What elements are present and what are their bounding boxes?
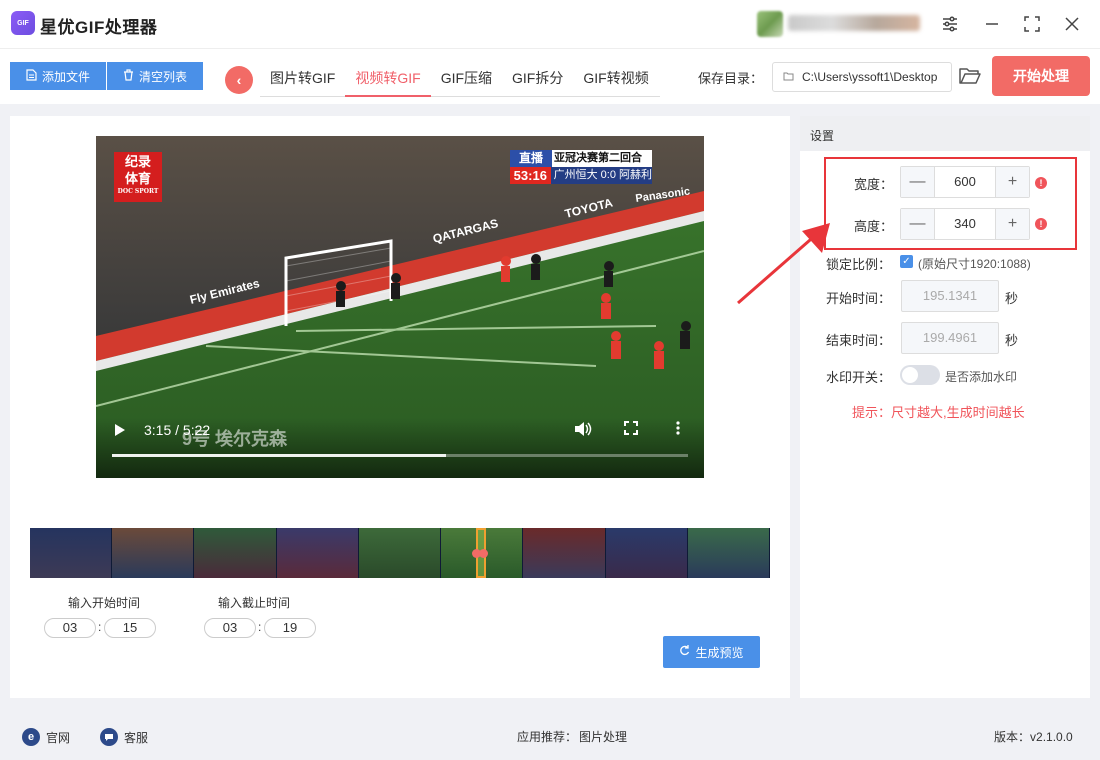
title-bar: GIF 星优GIF处理器 <box>0 0 1100 48</box>
user-avatar[interactable] <box>757 11 783 37</box>
start-time-input-label: 输入开始时间 <box>68 596 141 610</box>
start-time-colon: : <box>98 620 102 634</box>
tip-text: 提示：尺寸越大,生成时间越长 <box>852 405 1025 420</box>
timeline-frame <box>112 528 195 578</box>
end-time-unit: 秒 <box>1005 333 1019 348</box>
start-minute-input[interactable]: 03 <box>44 618 96 638</box>
tab-gif-split[interactable]: GIF拆分 <box>502 63 573 97</box>
fullscreen-icon[interactable] <box>624 421 638 439</box>
start-process-button[interactable]: 开始处理 <box>992 56 1090 96</box>
end-time-input-label: 输入截止时间 <box>218 596 291 610</box>
tab-gif-compress[interactable]: GIF压缩 <box>431 63 502 97</box>
size-highlight-box <box>824 157 1077 250</box>
add-file-label: 添加文件 <box>41 69 90 84</box>
timeline-filmstrip[interactable] <box>30 528 770 578</box>
tab-gif-to-video[interactable]: GIF转视频 <box>573 63 658 97</box>
start-time-unit: 秒 <box>1005 291 1019 306</box>
end-time-field: 199.4961 <box>901 322 999 354</box>
website-icon: e <box>22 728 40 746</box>
end-minute-input[interactable]: 03 <box>204 618 256 638</box>
match-clock: 53:16 <box>510 167 551 184</box>
timeline-frame <box>523 528 606 578</box>
original-size-text: (原始尺寸1920:1088) <box>918 257 1031 271</box>
recommend-link-image-processing[interactable]: 图片处理 <box>579 728 627 745</box>
timeline-frame <box>194 528 277 578</box>
end-time-label: 结束时间： <box>826 333 892 348</box>
app-recommend: 应用推荐： 图片处理 <box>517 728 627 745</box>
version-label: 版本： <box>994 730 1031 744</box>
video-progress-fill <box>112 454 447 457</box>
channel-logo-line1: 纪录 <box>124 155 151 170</box>
start-time-field: 195.1341 <box>901 280 999 312</box>
channel-logo-line2: 体育 <box>124 172 151 187</box>
watermark-label: 水印开关： <box>826 370 892 385</box>
scoreboard: 直播 亚冠决赛第二回合 53:16 广州恒大 0:0 阿赫利 <box>510 150 652 184</box>
folder-small-icon <box>783 71 794 84</box>
save-dir-label: 保存目录： <box>698 71 764 86</box>
tab-image-to-gif[interactable]: 图片转GIF <box>260 63 345 97</box>
save-dir-field[interactable]: C:\Users\yssoft1\Desktop <box>772 62 952 92</box>
chat-icon <box>100 728 118 746</box>
channel-logo-sub: DOC SPORT <box>117 188 159 195</box>
mode-tabs: 图片转GIF 视频转GIF GIF压缩 GIF拆分 GIF转视频 <box>260 63 660 97</box>
generate-preview-label: 生成预览 <box>695 645 744 660</box>
minimize-icon[interactable] <box>980 12 1004 36</box>
app-title: 星优GIF处理器 <box>40 18 158 37</box>
match-score: 广州恒大 0:0 阿赫利 <box>550 167 652 184</box>
watermark-toggle[interactable] <box>900 365 940 385</box>
version-info: 版本： v2.1.0.0 <box>994 728 1073 745</box>
file-icon <box>26 68 37 84</box>
sliders-icon[interactable] <box>938 12 962 36</box>
close-icon[interactable] <box>1060 12 1084 36</box>
customer-service-link[interactable]: 客服 <box>100 728 148 746</box>
start-second-input[interactable]: 15 <box>104 618 156 638</box>
recommend-label: 应用推荐： <box>517 730 578 744</box>
add-file-button[interactable]: 添加文件 <box>10 62 106 90</box>
trash-icon <box>123 68 134 84</box>
back-arrow-icon[interactable]: ‹ <box>225 66 253 94</box>
tab-video-to-gif[interactable]: 视频转GIF <box>345 63 431 97</box>
toolbar: 添加文件 清空列表 ‹ 图片转GIF 视频转GIF GIF压缩 GIF拆分 GI… <box>0 48 1100 104</box>
settings-header: 设置 <box>800 116 1090 151</box>
website-link[interactable]: e 官网 <box>22 728 70 746</box>
lock-ratio-checkbox[interactable]: ✓ <box>900 255 913 268</box>
timeline-frame <box>358 528 442 578</box>
website-label: 官网 <box>46 730 71 745</box>
play-icon[interactable] <box>114 423 126 440</box>
maximize-icon[interactable] <box>1020 12 1044 36</box>
generate-preview-button[interactable]: 生成预览 <box>663 636 760 668</box>
more-options-icon[interactable] <box>676 421 680 439</box>
volume-icon[interactable] <box>574 421 592 441</box>
annotation-arrow-icon <box>737 223 830 305</box>
video-player[interactable]: Fly Emirates QATARGAS TOYOTA Panasonic 纪… <box>96 136 704 478</box>
end-second-input[interactable]: 19 <box>264 618 316 638</box>
refresh-icon <box>679 645 690 659</box>
app-logo-icon: GIF <box>11 11 35 35</box>
channel-logo: 纪录 体育 DOC SPORT <box>114 152 162 202</box>
clear-list-label: 清空列表 <box>138 69 187 84</box>
range-end-knob[interactable] <box>479 549 488 558</box>
video-progress-bar[interactable] <box>112 454 688 457</box>
end-time-colon: : <box>258 620 262 634</box>
match-title: 亚冠决赛第二回合 <box>552 150 652 167</box>
status-bar: e 官网 客服 应用推荐： 图片处理 版本： v2.1.0.0 <box>0 710 1100 760</box>
save-dir-value: C:\Users\yssoft1\Desktop <box>802 70 938 84</box>
watermark-toggle-knob <box>902 367 918 383</box>
timeline-frame <box>276 528 359 578</box>
timeline-frame <box>687 528 770 578</box>
range-selector-handle[interactable] <box>472 528 488 578</box>
video-panel: Fly Emirates QATARGAS TOYOTA Panasonic 纪… <box>10 116 790 698</box>
settings-panel: 设置 宽度： — 600 + ! 高度： — 340 + ! 锁定比例： ✓ (… <box>800 116 1090 698</box>
timeline-frame <box>30 528 113 578</box>
version-value: v2.1.0.0 <box>1030 729 1073 744</box>
video-time: 3:15 / 5:22 <box>144 422 211 438</box>
user-name-blurred[interactable] <box>788 15 920 31</box>
clear-list-button[interactable]: 清空列表 <box>107 62 203 90</box>
timeline-frame <box>605 528 688 578</box>
customer-service-label: 客服 <box>124 730 149 745</box>
watermark-text: 是否添加水印 <box>945 370 1018 384</box>
open-folder-icon[interactable] <box>959 66 983 88</box>
live-badge: 直播 <box>510 150 552 167</box>
